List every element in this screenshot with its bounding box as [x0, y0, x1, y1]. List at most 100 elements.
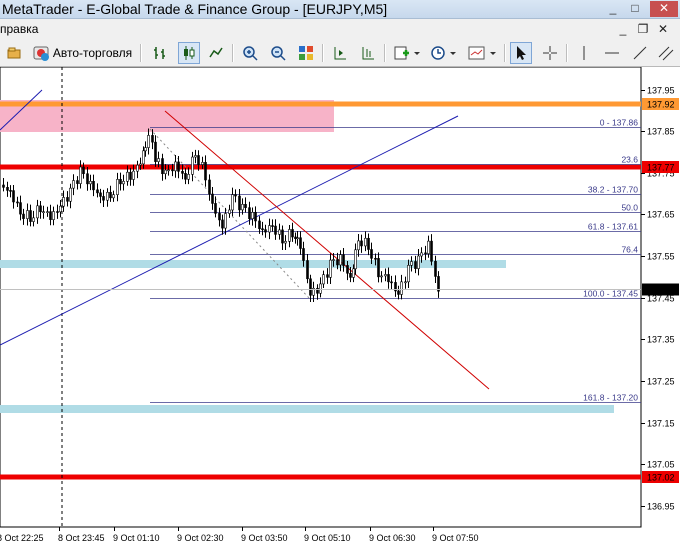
candle-body	[288, 229, 291, 242]
chart-canvas[interactable]: 0 - 137.86 23.6 38.2 - 137.70 50.0 61.8 - 13…	[0, 67, 680, 543]
candle-body	[66, 197, 69, 202]
fibo-level-label: 38.2 - 137.70	[588, 185, 638, 195]
horizontal-line-icon[interactable]	[602, 42, 622, 64]
candle-body	[208, 179, 211, 195]
crosshair-icon[interactable]	[540, 42, 560, 64]
orange-level-badge-text: 137.92	[647, 100, 675, 110]
autotrading-icon	[32, 44, 50, 62]
candle-body	[370, 249, 373, 259]
price-chart[interactable]: 0 - 137.86 23.6 38.2 - 137.70 50.0 61.8 - 13…	[0, 67, 680, 543]
candle-body	[116, 179, 119, 195]
toolbar-separator	[384, 44, 386, 62]
templates-icon[interactable]	[466, 42, 498, 64]
price-tick-label: 137.85	[647, 127, 675, 137]
open-icon[interactable]	[4, 42, 24, 64]
candle-body	[129, 171, 132, 180]
candle-body	[171, 169, 174, 172]
vertical-line-icon[interactable]	[574, 42, 594, 64]
candlestick-icon[interactable]	[178, 42, 200, 64]
candle-body	[417, 255, 420, 269]
candle-body	[42, 211, 45, 213]
bar-chart-icon[interactable]	[150, 42, 170, 64]
candle-body	[319, 283, 322, 294]
candle-body	[214, 203, 217, 214]
candle-body	[354, 249, 357, 270]
time-tick-label: 9 Oct 01:10	[113, 533, 160, 543]
indicators-icon[interactable]	[392, 42, 422, 64]
candle-body	[326, 274, 329, 278]
candle-body	[157, 158, 160, 162]
toolbar-separator	[140, 44, 142, 62]
fibo-level-label: 61.8 - 137.61	[588, 222, 638, 232]
zoom-out-icon[interactable]	[268, 42, 288, 64]
candle-body	[404, 281, 407, 284]
autotrading-button[interactable]: Авто-торговля	[28, 42, 136, 64]
candle-body	[69, 187, 72, 202]
candle-body	[22, 213, 25, 219]
candle-body	[427, 240, 430, 254]
candle-body	[349, 272, 352, 278]
candle-body	[89, 181, 92, 185]
candle-body	[112, 194, 115, 199]
minimize-button[interactable]: _	[604, 1, 622, 17]
fibo-level-label: 0 - 137.86	[600, 118, 639, 128]
candle-body	[197, 155, 200, 165]
maximize-button[interactable]: □	[626, 1, 644, 17]
channel-icon[interactable]	[656, 42, 676, 64]
candle-body	[151, 135, 154, 143]
cursor-icon[interactable]	[510, 42, 532, 64]
candle-body	[271, 225, 274, 227]
toolbar-separator	[566, 44, 568, 62]
menu-bar: правка _ ❐ ✕	[0, 19, 680, 39]
candle-body	[211, 193, 214, 204]
line-chart-icon[interactable]	[206, 42, 226, 64]
price-tick-label: 136.95	[647, 502, 675, 512]
candle-body	[29, 210, 32, 222]
candle-body	[241, 204, 244, 211]
candle-body	[6, 187, 9, 191]
candle-body	[336, 259, 339, 266]
zoom-in-icon[interactable]	[240, 42, 260, 64]
close-button[interactable]: ✕	[650, 1, 678, 17]
candle-body	[322, 274, 325, 285]
menu-help[interactable]: правка	[0, 22, 38, 36]
candle-body	[194, 155, 197, 158]
chart-shift-icon[interactable]	[330, 42, 350, 64]
toolbar-separator	[504, 44, 506, 62]
candle-body	[122, 181, 125, 185]
candle-body	[76, 180, 79, 184]
candle-body	[142, 150, 145, 165]
time-tick-label: 9 Oct 02:30	[177, 533, 224, 543]
candle-body	[234, 194, 237, 197]
demand-zone-lower	[0, 405, 614, 413]
candle-body	[32, 217, 35, 222]
periods-icon[interactable]	[428, 42, 458, 64]
candle-body	[59, 205, 62, 213]
mdi-restore-button[interactable]: ❐	[634, 21, 652, 37]
candle-body	[248, 207, 251, 220]
time-tick-label: 9 Oct 03:50	[241, 533, 288, 543]
price-tick-label: 137.95	[647, 86, 675, 96]
toolbar-separator	[322, 44, 324, 62]
candle-body	[16, 201, 19, 204]
toolbar-separator	[232, 44, 234, 62]
candle-body	[119, 179, 122, 185]
autoscroll-icon[interactable]	[358, 42, 378, 64]
candle-body	[49, 211, 52, 220]
candle-body	[154, 141, 157, 162]
price-tick-label: 137.25	[647, 377, 675, 387]
candle-body	[410, 261, 413, 266]
candle-body	[92, 181, 95, 191]
candle-body	[420, 252, 423, 257]
candle-body	[397, 290, 400, 295]
candle-body	[132, 170, 135, 180]
candle-body	[332, 259, 335, 261]
tile-windows-icon[interactable]	[296, 42, 316, 64]
mdi-minimize-button[interactable]: _	[614, 21, 632, 37]
candle-body	[352, 268, 355, 278]
price-tick-label: 137.35	[647, 335, 675, 345]
mdi-close-button[interactable]: ✕	[654, 21, 672, 37]
candle-body	[274, 225, 277, 235]
trendline-icon[interactable]	[630, 42, 650, 64]
candle-body	[299, 237, 302, 249]
